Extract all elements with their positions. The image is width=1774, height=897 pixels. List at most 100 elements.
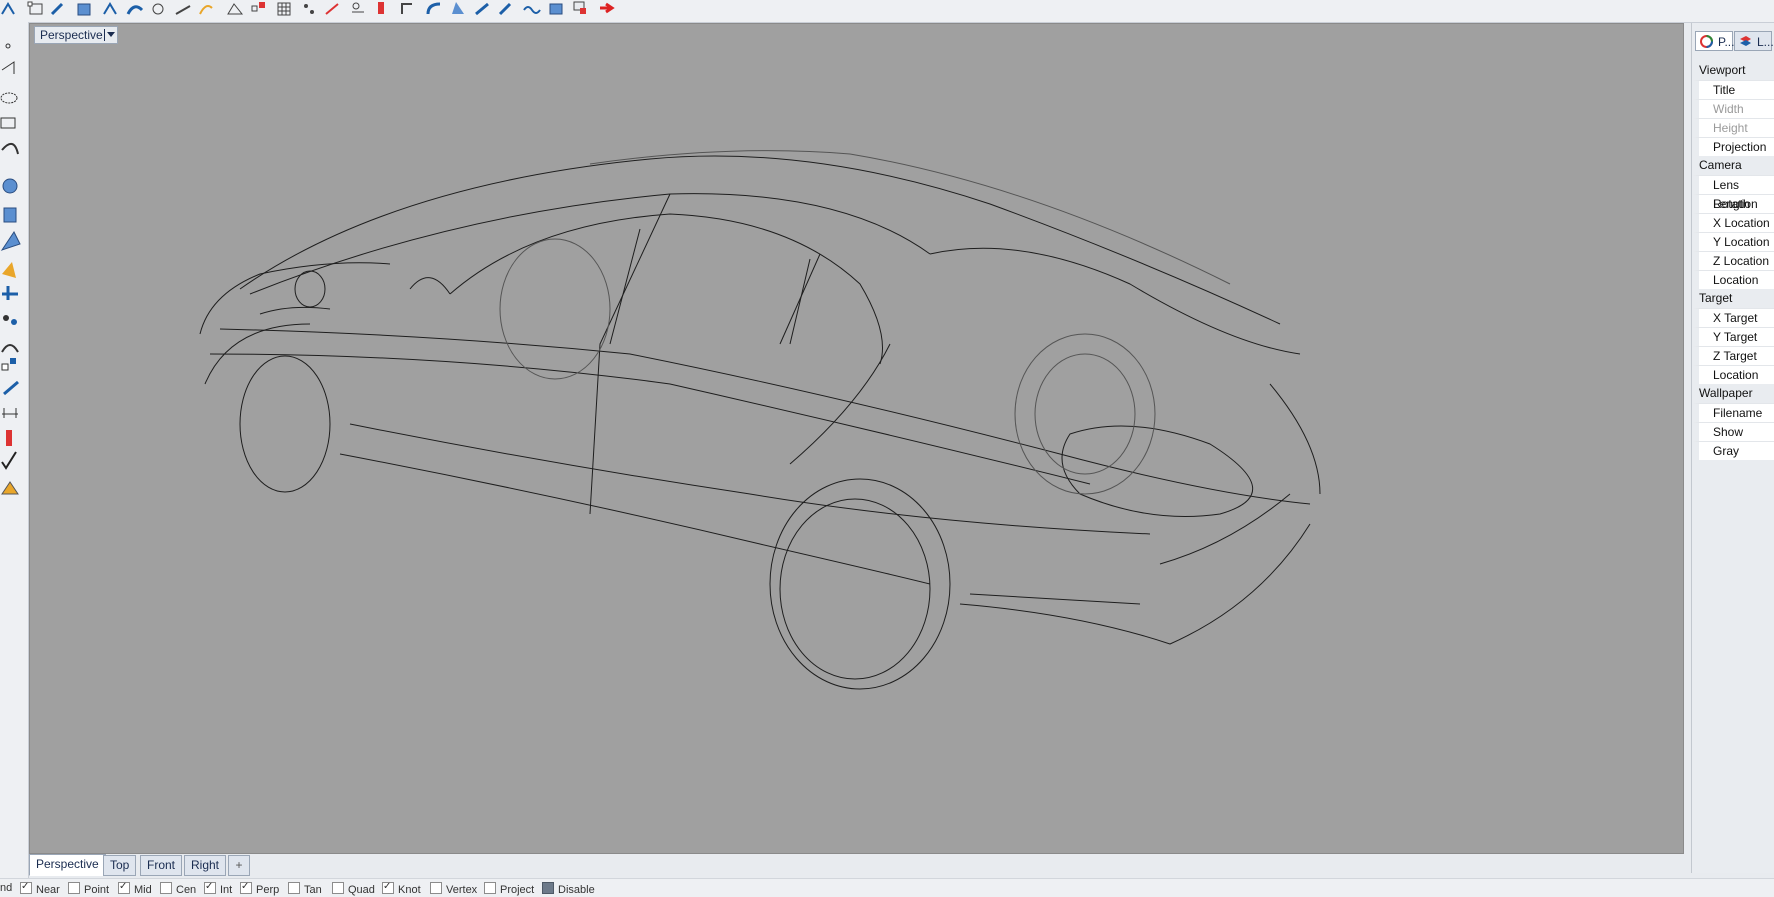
osnap-int[interactable]: Int — [204, 880, 232, 896]
transform-icon[interactable] — [103, 2, 117, 15]
analyze-icon[interactable] — [152, 3, 164, 15]
tab-right[interactable]: Right — [184, 855, 227, 876]
point-icon[interactable] — [5, 43, 11, 49]
polyline-icon[interactable] — [1, 61, 15, 74]
sweep-icon[interactable] — [475, 2, 489, 16]
fillet-icon[interactable] — [426, 2, 441, 15]
prop-rotation[interactable]: Rotation — [1693, 194, 1774, 213]
viewport-perspective[interactable]: Perspective — [29, 23, 1684, 854]
scale-icon[interactable] — [1, 358, 16, 371]
osnap-tan[interactable]: Tan — [288, 882, 322, 896]
tab-top[interactable]: Top — [103, 855, 137, 876]
osnap-vertex[interactable]: Vertex — [430, 882, 477, 896]
osnap-perp[interactable]: Perp — [240, 880, 279, 896]
checkbox-quad[interactable] — [332, 882, 344, 894]
add-tab-button[interactable]: + — [228, 855, 250, 876]
prop-target-location[interactable]: Location — [1693, 365, 1774, 384]
osnap-end[interactable]: nd — [0, 882, 12, 895]
checkbox-tan[interactable] — [288, 882, 300, 894]
osnap-near[interactable]: Near — [20, 880, 60, 896]
surface-icon[interactable] — [126, 5, 144, 15]
tab-front[interactable]: Front — [140, 855, 183, 876]
render-tool-icon[interactable] — [1, 481, 19, 495]
curve-tool-icon[interactable] — [199, 5, 213, 15]
prop-filename[interactable]: Filename — [1693, 403, 1774, 422]
osnap-cen[interactable]: Cen — [160, 882, 196, 896]
checkbox-knot[interactable] — [382, 880, 394, 894]
prop-gray[interactable]: Gray — [1693, 441, 1774, 460]
curve-icon[interactable] — [1, 2, 15, 15]
left-toolbar-icons — [0, 43, 21, 495]
control-points-icon[interactable] — [3, 315, 17, 325]
loft-icon[interactable] — [498, 2, 512, 16]
dimension-tool-icon[interactable] — [2, 408, 18, 418]
rotate-icon[interactable] — [1, 344, 19, 353]
prop-x-location[interactable]: X Location — [1693, 213, 1774, 232]
viewport-menu-arrow-icon[interactable] — [106, 32, 115, 37]
plane-icon[interactable] — [0, 231, 21, 251]
viewport-title[interactable]: Perspective — [34, 26, 118, 44]
checkbox-vertex[interactable] — [430, 882, 442, 894]
osnap-project[interactable]: Project — [484, 882, 534, 896]
prop-projection[interactable]: Projection — [1693, 137, 1774, 156]
circle-icon[interactable] — [0, 92, 18, 104]
osnap-knot[interactable]: Knot — [382, 880, 421, 896]
edit-icon[interactable] — [50, 2, 64, 16]
checkbox-project[interactable] — [484, 882, 496, 894]
measure-icon[interactable] — [325, 3, 339, 15]
prop-z-target[interactable]: Z Target — [1693, 346, 1774, 365]
blend-icon[interactable] — [401, 3, 412, 14]
cylinder-icon[interactable] — [3, 207, 17, 223]
check-icon[interactable] — [1, 451, 17, 470]
wave-icon[interactable] — [523, 6, 541, 14]
panel-tab-properties[interactable]: P... — [1695, 31, 1734, 51]
sphere-icon[interactable] — [2, 178, 18, 194]
checkbox-int[interactable] — [204, 880, 216, 894]
boolean-icon[interactable] — [2, 262, 16, 278]
checkbox-disable[interactable] — [542, 882, 554, 894]
checkbox-mid[interactable] — [118, 880, 130, 894]
rear-door-cut — [789, 343, 891, 465]
prop-y-target[interactable]: Y Target — [1693, 327, 1774, 346]
extrude-icon[interactable] — [452, 2, 464, 14]
gumball-tool-icon[interactable] — [6, 430, 12, 446]
select-points-icon[interactable] — [27, 1, 43, 15]
hood-line — [199, 262, 391, 335]
prop-lens-length[interactable]: Lens Length — [1693, 175, 1774, 211]
exit-icon[interactable] — [600, 2, 615, 14]
prop-x-target[interactable]: X Target — [1693, 308, 1774, 327]
section-viewport: Viewport — [1693, 61, 1774, 80]
beltline — [219, 328, 1311, 505]
dimension-icon[interactable] — [352, 2, 364, 13]
checkbox-perp[interactable] — [240, 880, 252, 894]
prop-z-location[interactable]: Z Location — [1693, 251, 1774, 270]
checkbox-point[interactable] — [68, 882, 80, 894]
osnap-mid[interactable]: Mid — [118, 880, 152, 896]
gumball-icon[interactable] — [378, 2, 384, 14]
tab-perspective[interactable]: Perspective — [29, 854, 106, 876]
layout-icon[interactable] — [573, 1, 586, 14]
split-icon[interactable] — [2, 286, 18, 300]
render-icon[interactable] — [175, 5, 191, 15]
checkbox-near[interactable] — [20, 880, 32, 894]
arc-icon[interactable] — [1, 143, 19, 155]
prop-show[interactable]: Show — [1693, 422, 1774, 441]
points-icon[interactable] — [304, 4, 314, 14]
solid-icon[interactable] — [227, 3, 244, 15]
panel-tab-layers[interactable]: L... — [1734, 31, 1774, 51]
prop-y-location[interactable]: Y Location — [1693, 232, 1774, 251]
mirror-icon[interactable] — [3, 380, 19, 396]
section-target: Target — [1693, 289, 1774, 308]
prop-camera-location[interactable]: Location — [1693, 270, 1774, 289]
array-icon[interactable] — [251, 2, 265, 12]
grid-icon[interactable] — [277, 2, 291, 16]
cube-icon[interactable] — [549, 3, 563, 15]
osnap-disable[interactable]: Disable — [542, 882, 595, 896]
rectangle-icon[interactable] — [0, 117, 16, 129]
osnap-point[interactable]: Point — [68, 882, 109, 896]
box-icon[interactable] — [77, 3, 91, 16]
prop-title[interactable]: Title — [1693, 80, 1774, 99]
checkbox-cen[interactable] — [160, 882, 172, 894]
rocker-line — [339, 453, 931, 585]
osnap-quad[interactable]: Quad — [332, 882, 375, 896]
